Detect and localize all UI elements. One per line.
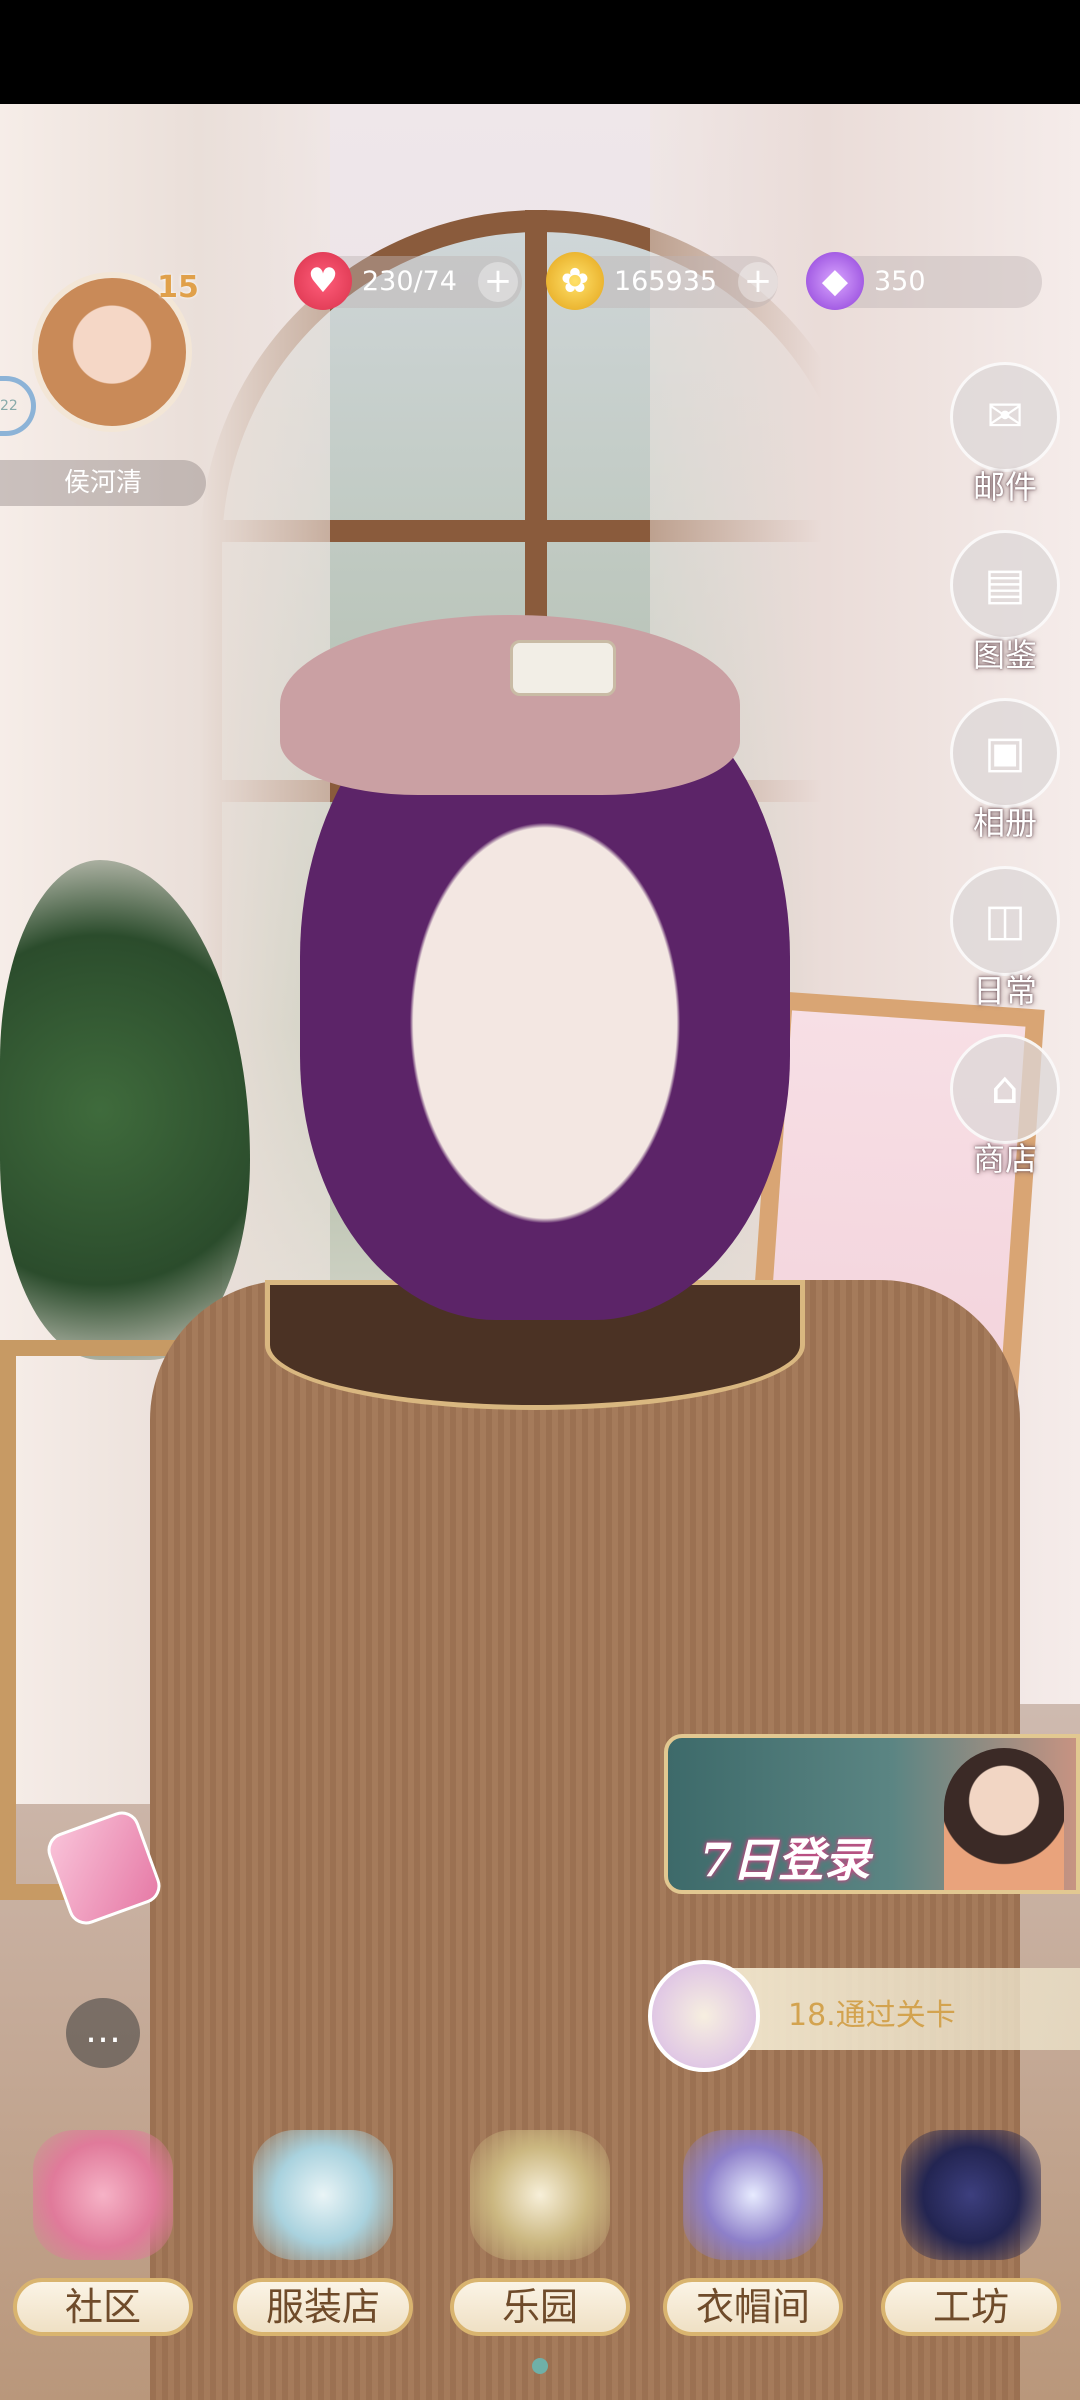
nav-wardrobe[interactable]: 衣帽间 xyxy=(658,2110,848,2340)
status-bar xyxy=(0,0,1080,104)
daily-button[interactable]: ◫ 日常 xyxy=(946,866,1064,1010)
nav-community[interactable]: 社区 xyxy=(8,2110,198,2340)
scroll-icon[interactable] xyxy=(648,1960,760,2072)
album-book-icon: ▤ xyxy=(950,530,1060,640)
storefront-icon: ⌂ xyxy=(950,1034,1060,1144)
vanity-mirror-icon xyxy=(253,2130,393,2260)
shop-button[interactable]: ⌂ 商店 xyxy=(946,1034,1064,1178)
nav-park[interactable]: 乐园 xyxy=(445,2110,635,2340)
mail-button[interactable]: ✉ 邮件 xyxy=(946,362,1064,506)
player-level: 15 xyxy=(157,270,199,305)
heart-icon: ♥ xyxy=(294,252,352,310)
seven-day-login-banner[interactable]: 7日登录 xyxy=(664,1734,1080,1894)
nav-workshop-label: 工坊 xyxy=(881,2278,1061,2336)
nav-workshop[interactable]: 工坊 xyxy=(876,2110,1066,2340)
album-label: 相册 xyxy=(972,804,1037,842)
envelope-icon: ✉ xyxy=(950,362,1060,472)
wardrobe-mirror-icon xyxy=(683,2130,823,2260)
player-name[interactable]: 侯河清 xyxy=(0,460,206,506)
coin-icon: ✿ xyxy=(546,252,604,310)
gold-value: 165935 xyxy=(614,266,718,297)
nav-clothing-store[interactable]: 服装店 xyxy=(228,2110,418,2340)
album-button[interactable]: ▣ 相册 xyxy=(946,698,1064,842)
nav-community-label: 社区 xyxy=(13,2278,193,2336)
sewing-box-icon xyxy=(901,2130,1041,2260)
collection-label: 图鉴 xyxy=(972,636,1037,674)
nav-clothing-store-label: 服装店 xyxy=(233,2278,413,2336)
collection-button[interactable]: ▤ 图鉴 xyxy=(946,530,1064,674)
add-stamina-button[interactable]: + xyxy=(478,262,518,302)
banner-title: 7日登录 xyxy=(700,1833,871,1887)
mail-label: 邮件 xyxy=(972,468,1037,506)
page-indicator xyxy=(532,2358,548,2374)
chat-bubble-icon[interactable]: … xyxy=(66,1998,140,2068)
photo-icon: ▣ xyxy=(950,698,1060,808)
diamond-counter[interactable]: ◆ 350 xyxy=(806,252,1042,310)
nav-wardrobe-label: 衣帽间 xyxy=(663,2278,843,2336)
diamond-value: 350 xyxy=(874,266,926,297)
hat-bow xyxy=(510,640,616,696)
daily-label: 日常 xyxy=(972,972,1037,1010)
shop-label: 商店 xyxy=(972,1140,1037,1178)
stamina-value: 230/74 xyxy=(362,266,457,297)
storybook-icon xyxy=(470,2130,610,2260)
nav-park-label: 乐园 xyxy=(450,2278,630,2336)
calendar-icon: ◫ xyxy=(950,866,1060,976)
character-beret xyxy=(280,615,740,795)
flower-bouquet-icon xyxy=(33,2130,173,2260)
banner-character xyxy=(944,1748,1064,1890)
add-gold-button[interactable]: + xyxy=(738,262,778,302)
task-text: 18.通过关卡 xyxy=(788,1998,956,2033)
gem-icon: ◆ xyxy=(806,252,864,310)
